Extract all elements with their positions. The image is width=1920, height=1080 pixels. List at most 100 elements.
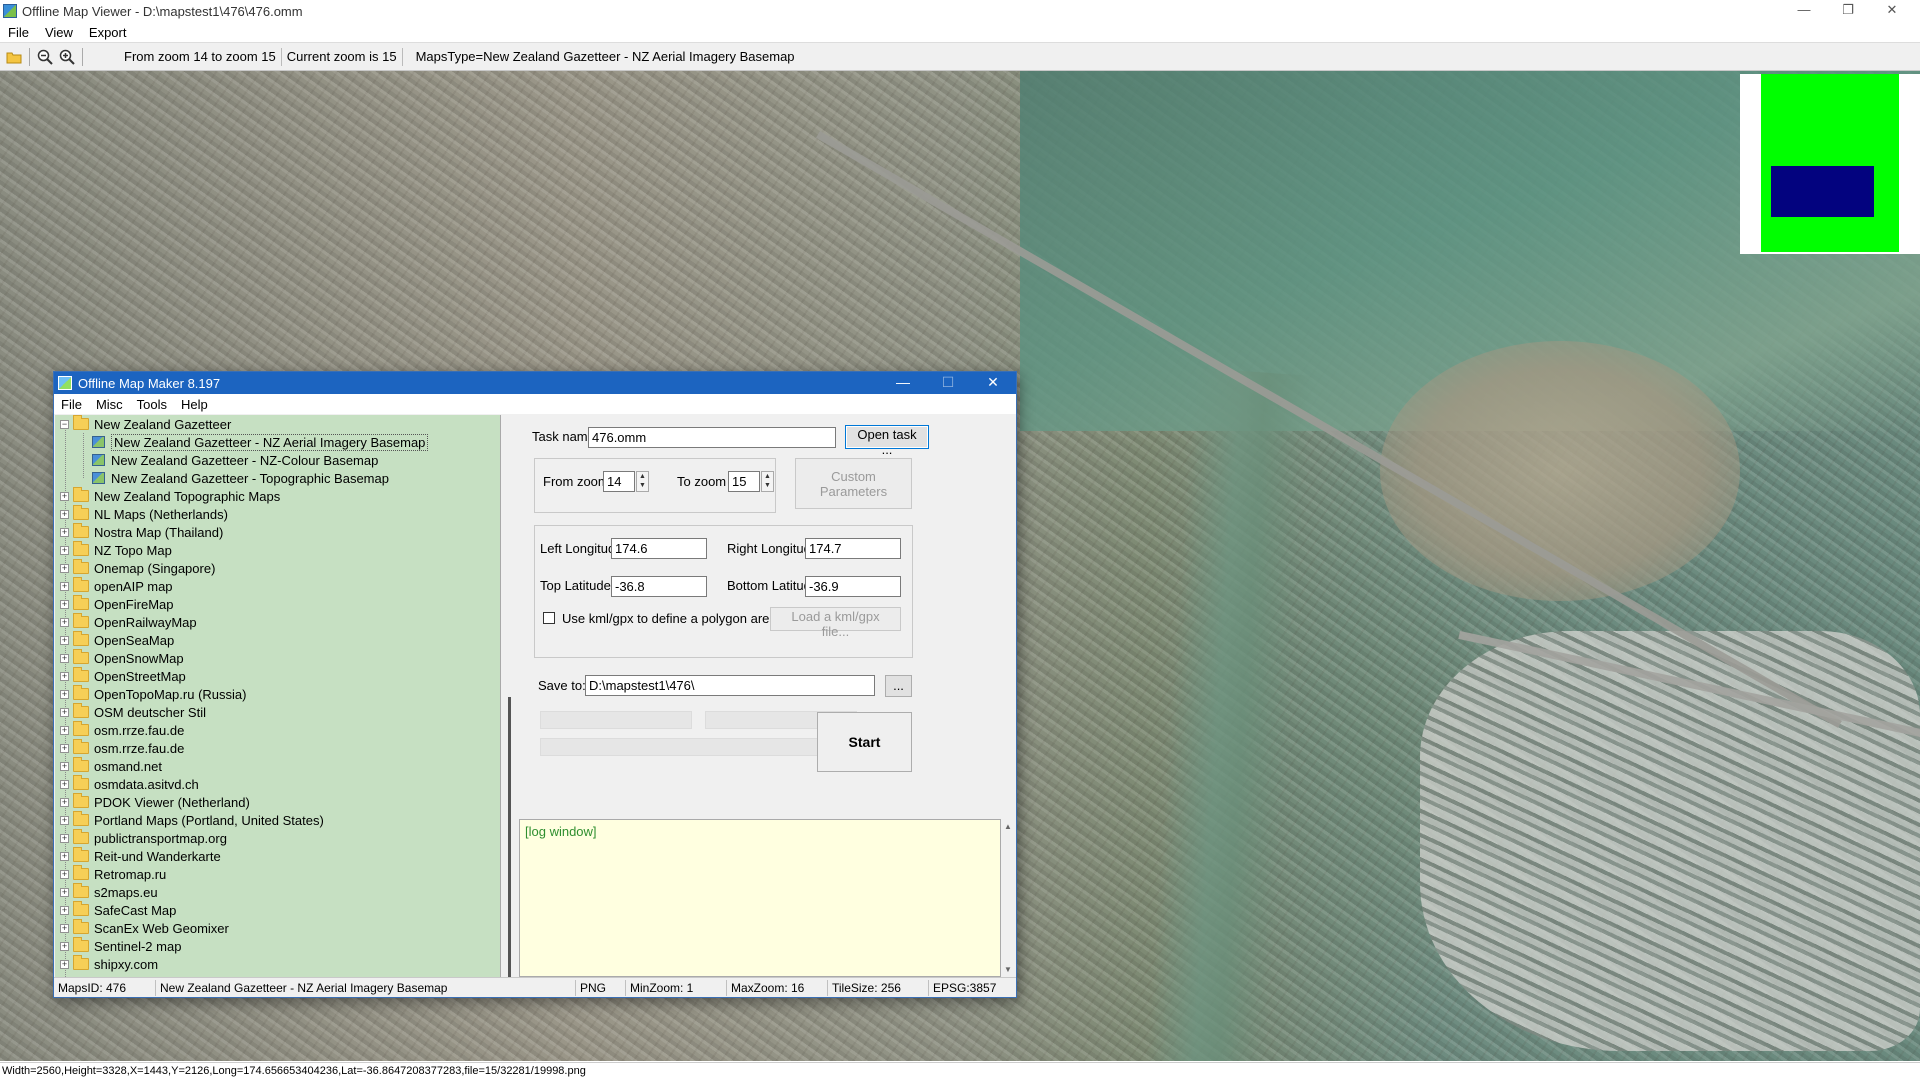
tree-folder[interactable]: + ScanEx Web Geomixer <box>55 919 495 937</box>
tree-folder[interactable]: + OpenSnowMap <box>55 649 495 667</box>
log-scrollbar[interactable]: ▲ ▼ <box>1001 819 1015 977</box>
dialog-maximize-button[interactable]: ☐ <box>926 372 970 394</box>
log-window[interactable]: [log window] <box>519 819 1001 977</box>
expand-icon[interactable]: + <box>60 833 69 843</box>
menu-view[interactable]: View <box>37 25 81 40</box>
expand-icon[interactable]: + <box>60 941 69 951</box>
browse-button[interactable]: ... <box>885 675 912 697</box>
tree-folder[interactable]: + PDOK Viewer (Netherland) <box>55 793 495 811</box>
zoom-out-icon[interactable] <box>34 46 56 68</box>
tree-scrollbar[interactable] <box>502 415 518 977</box>
open-folder-icon[interactable] <box>3 46 25 68</box>
expand-icon[interactable]: + <box>60 707 69 717</box>
tree-folder[interactable]: + osmand.net <box>55 757 495 775</box>
tree-map-item[interactable]: New Zealand Gazetteer - NZ-Colour Basema… <box>55 451 495 469</box>
dialog-minimize-button[interactable]: — <box>881 372 925 394</box>
expand-icon[interactable]: + <box>60 581 69 591</box>
overview-map[interactable] <box>1740 74 1920 254</box>
expand-icon[interactable]: + <box>60 527 69 537</box>
tree-folder[interactable]: + s2maps.eu <box>55 883 495 901</box>
task-name-input[interactable] <box>588 427 836 448</box>
tree-folder[interactable]: + openAIP map <box>55 577 495 595</box>
tree-folder[interactable]: + osm.rrze.fau.de <box>55 739 495 757</box>
collapse-icon[interactable]: − <box>60 419 69 429</box>
dialog-close-button[interactable]: ✕ <box>971 372 1015 394</box>
tree-folder[interactable]: + Portland Maps (Portland, United States) <box>55 811 495 829</box>
dialog-title-bar[interactable]: Offline Map Maker 8.197 — ☐ ✕ <box>54 372 1016 394</box>
tree-folder[interactable]: + Nostra Map (Thailand) <box>55 523 495 541</box>
expand-icon[interactable]: + <box>60 869 69 879</box>
tree-folder[interactable]: + NL Maps (Netherlands) <box>55 505 495 523</box>
expand-icon[interactable]: + <box>60 815 69 825</box>
maximize-button[interactable]: ❐ <box>1826 0 1870 22</box>
tree-folder[interactable]: + osmdata.asitvd.ch <box>55 775 495 793</box>
close-button[interactable]: ✕ <box>1870 0 1914 22</box>
expand-icon[interactable]: + <box>60 545 69 555</box>
tree-folder[interactable]: + shipxy.com <box>55 955 495 973</box>
expand-icon[interactable]: + <box>60 923 69 933</box>
expand-icon[interactable]: + <box>60 725 69 735</box>
tree-map-item[interactable]: New Zealand Gazetteer - NZ Aerial Imager… <box>55 433 495 451</box>
tree-folder[interactable]: + NZ Topo Map <box>55 541 495 559</box>
custom-parameters-button[interactable]: Custom Parameters <box>795 458 912 509</box>
expand-icon[interactable]: + <box>60 509 69 519</box>
dialog-menu-tools[interactable]: Tools <box>130 397 174 412</box>
expand-icon[interactable]: + <box>60 779 69 789</box>
tree-folder[interactable]: + OpenTopoMap.ru (Russia) <box>55 685 495 703</box>
tree-folder[interactable]: + Reit-und Wanderkarte <box>55 847 495 865</box>
tree-folder[interactable]: + OpenFireMap <box>55 595 495 613</box>
menu-file[interactable]: File <box>0 25 37 40</box>
right-longitude-input[interactable] <box>805 538 901 559</box>
scroll-down-icon[interactable]: ▼ <box>1001 965 1015 974</box>
expand-icon[interactable]: + <box>60 653 69 663</box>
expand-icon[interactable]: + <box>60 905 69 915</box>
expand-icon[interactable]: + <box>60 743 69 753</box>
tree-folder-new-zealand-gazetteer[interactable]: − New Zealand Gazetteer <box>55 415 495 433</box>
tree-folder[interactable]: + OSM deutscher Stil <box>55 703 495 721</box>
tree-folder[interactable]: + OpenSeaMap <box>55 631 495 649</box>
expand-icon[interactable]: + <box>60 599 69 609</box>
start-button[interactable]: Start <box>817 712 912 772</box>
expand-icon[interactable]: + <box>60 491 69 501</box>
to-zoom-stepper[interactable]: ▲ ▼ <box>761 471 774 492</box>
tree-folder[interactable]: + osm.rrze.fau.de <box>55 721 495 739</box>
expand-icon[interactable]: + <box>60 689 69 699</box>
dialog-menu-misc[interactable]: Misc <box>89 397 130 412</box>
bottom-latitude-input[interactable] <box>805 576 901 597</box>
top-latitude-input[interactable] <box>611 576 707 597</box>
left-longitude-input[interactable] <box>611 538 707 559</box>
tree-folder[interactable]: + OpenRailwayMap <box>55 613 495 631</box>
overview-viewport[interactable] <box>1771 166 1874 217</box>
menu-export[interactable]: Export <box>81 25 135 40</box>
expand-icon[interactable]: + <box>60 671 69 681</box>
expand-icon[interactable]: + <box>60 563 69 573</box>
minimize-button[interactable]: — <box>1782 0 1826 22</box>
tree-map-item[interactable]: New Zealand Gazetteer - Topographic Base… <box>55 469 495 487</box>
scroll-up-icon[interactable]: ▲ <box>1001 822 1015 831</box>
expand-icon[interactable]: + <box>60 617 69 627</box>
tree-scrollbar-thumb[interactable] <box>508 697 511 977</box>
from-zoom-input[interactable] <box>603 471 635 492</box>
load-kml-button[interactable]: Load a kml/gpx file... <box>770 607 901 639</box>
kml-checkbox[interactable] <box>543 612 555 624</box>
tree-folder[interactable]: + OpenStreetMap <box>55 667 495 685</box>
tree-folder[interactable]: + Retromap.ru <box>55 865 495 883</box>
expand-icon[interactable]: + <box>60 761 69 771</box>
tree-folder[interactable]: + New Zealand Topographic Maps <box>55 487 495 505</box>
expand-icon[interactable]: + <box>60 959 69 969</box>
from-zoom-stepper[interactable]: ▲ ▼ <box>636 471 649 492</box>
tree-folder[interactable]: + Onemap (Singapore) <box>55 559 495 577</box>
dialog-menu-help[interactable]: Help <box>174 397 215 412</box>
to-zoom-input[interactable] <box>728 471 760 492</box>
dialog-menu-file[interactable]: File <box>54 397 89 412</box>
save-to-input[interactable] <box>585 675 875 696</box>
zoom-in-icon[interactable] <box>56 46 78 68</box>
map-source-tree[interactable]: − New Zealand Gazetteer New Zealand Gaze… <box>55 415 501 977</box>
tree-folder[interactable]: + Sentinel-2 map <box>55 937 495 955</box>
tree-folder[interactable]: + SafeCast Map <box>55 901 495 919</box>
expand-icon[interactable]: + <box>60 887 69 897</box>
expand-icon[interactable]: + <box>60 851 69 861</box>
expand-icon[interactable]: + <box>60 797 69 807</box>
expand-icon[interactable]: + <box>60 635 69 645</box>
open-task-button[interactable]: Open task ... <box>845 425 929 457</box>
